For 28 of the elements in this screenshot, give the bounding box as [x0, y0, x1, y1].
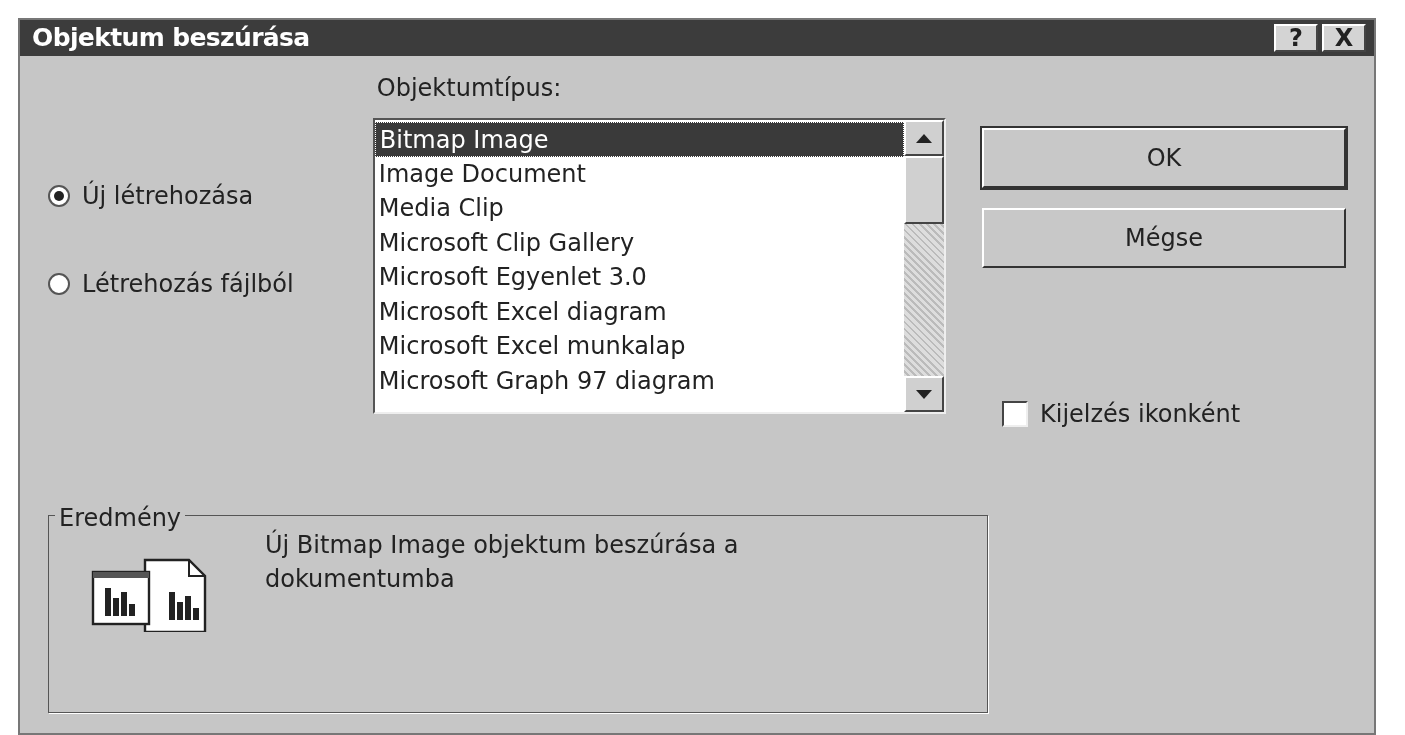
- close-button[interactable]: X: [1322, 24, 1366, 52]
- list-item[interactable]: Bitmap Image: [374, 122, 904, 157]
- radio-button[interactable]: [48, 185, 70, 207]
- help-button[interactable]: ?: [1274, 24, 1318, 52]
- result-description: Új Bitmap Image objektum beszúrása a dokumentumba: [265, 528, 740, 595]
- list-item[interactable]: Microsoft Excel munkalap: [374, 329, 904, 364]
- radio-option[interactable]: Új létrehozása: [48, 178, 373, 214]
- list-item[interactable]: Microsoft Graph 97 diagram: [374, 363, 904, 398]
- list-item[interactable]: Microsoft Clip Gallery: [374, 225, 904, 260]
- scrollbar[interactable]: [904, 120, 944, 412]
- list-item[interactable]: Image Document: [374, 156, 904, 191]
- checkbox-option[interactable]: Kijelzés ikonként: [1002, 396, 1346, 432]
- window-title: Objektum beszúrása: [32, 22, 310, 55]
- list-item[interactable]: Microsoft Egyenlet 3.0: [374, 260, 904, 295]
- object-type-list[interactable]: Bitmap Image Image Document Media Clip Microsoft Clip Gallery Microsoft Egyenlet 3.0 Microsoft Excel diagram Microsoft Excel munkalap Microsoft Graph 97 diagram: [372, 118, 946, 414]
- scroll-up-button[interactable]: [904, 120, 944, 156]
- dialog-button[interactable]: OK: [982, 128, 1346, 188]
- list-item[interactable]: Media Clip: [374, 191, 904, 226]
- radio-option[interactable]: Létrehozás fájlból: [48, 266, 373, 302]
- radio-button[interactable]: [48, 273, 70, 295]
- checkbox[interactable]: [1002, 401, 1028, 427]
- down-arrow-icon: [916, 389, 932, 399]
- scroll-down-button[interactable]: [904, 376, 944, 412]
- up-arrow-icon: [916, 133, 932, 143]
- list-label: Objektumtípus:: [376, 73, 563, 104]
- list-item[interactable]: Microsoft Excel diagram: [374, 294, 904, 329]
- scroll-thumb[interactable]: [904, 156, 944, 224]
- dialog-button[interactable]: Mégse: [982, 208, 1346, 268]
